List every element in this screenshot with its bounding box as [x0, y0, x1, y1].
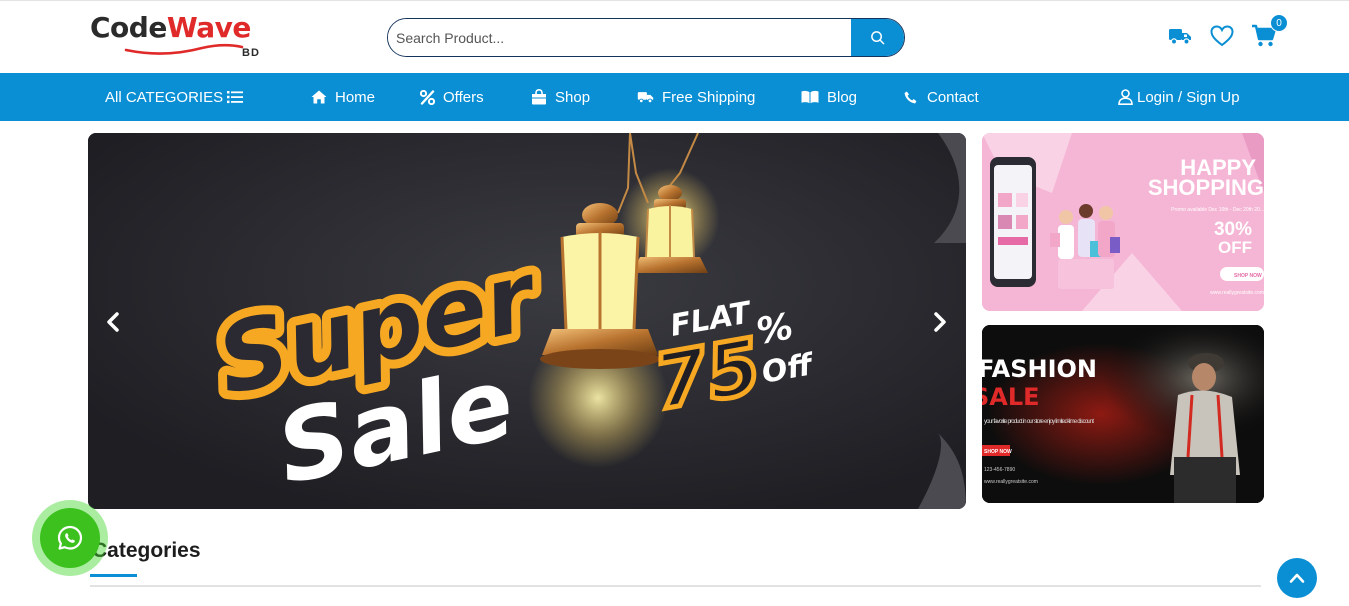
- all-categories-label: All CATEGORIES: [105, 88, 224, 106]
- discount-value: 75: [648, 321, 768, 427]
- whatsapp-chat-button[interactable]: [32, 500, 108, 576]
- fashion-phone-text: 123-456-7890: [984, 467, 1015, 473]
- nav-free-shipping[interactable]: Free Shipping: [637, 73, 755, 121]
- fashion-url-text: www.reallygreatsite.com: [984, 479, 1038, 485]
- home-icon: [311, 90, 327, 104]
- nav-free-shipping-label: Free Shipping: [662, 88, 756, 106]
- heart-icon: [1210, 25, 1234, 47]
- slider-next-button[interactable]: [927, 309, 953, 335]
- promo-text: Promo available Dec 10th - Dec 20th 20..…: [1171, 207, 1264, 213]
- shop-now-text: SHOP NOW: [1234, 273, 1262, 279]
- fashion-shop-now-text: SHOP NOW: [984, 449, 1012, 455]
- thirty-percent-text: 30%: [1214, 219, 1252, 240]
- phone-icon: [904, 91, 917, 103]
- percent-sign: %: [753, 306, 796, 353]
- nav-contact-label: Contact: [927, 88, 979, 106]
- whatsapp-icon: [57, 525, 83, 550]
- login-signup-link[interactable]: Login / Sign Up: [1118, 73, 1240, 121]
- logo-swoosh-icon: [124, 43, 244, 55]
- nav-offers-label: Offers: [443, 88, 484, 106]
- categories-divider-accent: [90, 574, 137, 577]
- nav-home-label: Home: [335, 88, 376, 106]
- chevron-right-icon: [934, 312, 946, 332]
- search-button[interactable]: [851, 19, 904, 56]
- scroll-to-top-button[interactable]: [1277, 558, 1317, 598]
- shopping-text: SHOPPING: [1148, 175, 1264, 200]
- cart-count-badge: 0: [1270, 14, 1288, 32]
- hero-slider[interactable]: Super Super Sale FLAT 75 % Off: [88, 133, 966, 509]
- categories-heading: Categories: [92, 539, 201, 562]
- happy-shopping-banner[interactable]: HAPPY SHOPPING Promo available Dec 10th …: [982, 133, 1264, 311]
- logo-suffix: BD: [242, 47, 260, 59]
- nav-offers[interactable]: Offers: [420, 73, 484, 121]
- nav-contact[interactable]: Contact: [904, 73, 979, 121]
- fashion-desc-text: your favorite product in our store enjoy…: [984, 419, 1094, 425]
- fashion-sale-art: FASHION SALE your favorite product in ou…: [982, 325, 1264, 503]
- fashion-text: FASHION: [982, 355, 1097, 383]
- happy-shopping-art: HAPPY SHOPPING Promo available Dec 10th …: [982, 133, 1264, 311]
- logo[interactable]: CodeWave BD: [90, 12, 270, 64]
- shopping-bag-icon: [532, 89, 546, 105]
- fashion-sale-banner[interactable]: FASHION SALE your favorite product in ou…: [982, 325, 1264, 503]
- login-signup-label: Login / Sign Up: [1137, 88, 1240, 106]
- logo-code: Code: [90, 11, 167, 44]
- nav-blog-label: Blog: [827, 88, 858, 106]
- all-categories-button[interactable]: All CATEGORIES: [105, 73, 244, 121]
- track-order-button[interactable]: [1167, 23, 1193, 49]
- sale-text: SALE: [982, 383, 1040, 411]
- percent-icon: [420, 89, 435, 105]
- nav-shop[interactable]: Shop: [531, 73, 590, 121]
- nav-blog[interactable]: Blog: [801, 73, 857, 121]
- main-nav: All CATEGORIES Home Offers Shop Free Shi…: [0, 73, 1349, 121]
- cart-button[interactable]: 0: [1251, 14, 1288, 49]
- truck-icon: [1169, 29, 1191, 45]
- truck-icon: [637, 92, 654, 104]
- categories-divider: [90, 585, 1261, 587]
- search-input[interactable]: [388, 19, 851, 56]
- search-icon: [871, 31, 885, 45]
- book-icon: [801, 90, 819, 104]
- user-icon: [1118, 89, 1133, 105]
- whatsapp-button-inner: [40, 508, 100, 568]
- list-icon: [227, 91, 244, 104]
- search-bar: [387, 18, 905, 57]
- wishlist-button[interactable]: [1209, 23, 1235, 49]
- slider-prev-button[interactable]: [100, 309, 126, 335]
- logo-wave: Wave: [166, 11, 252, 44]
- off-text: OFF: [1218, 238, 1252, 257]
- logo-text: CodeWave: [90, 12, 270, 44]
- chevron-up-icon: [1289, 573, 1305, 583]
- nav-home[interactable]: Home: [311, 73, 375, 121]
- chevron-left-icon: [107, 312, 119, 332]
- header-icons: 0: [1167, 14, 1288, 49]
- nav-shop-label: Shop: [555, 88, 591, 106]
- site-url-text: www.reallygreatsite.com: [1210, 290, 1264, 296]
- top-header: CodeWave BD Search Product... 0: [0, 0, 1349, 73]
- super-sale-banner: Super Super Sale FLAT 75 % Off: [88, 133, 966, 509]
